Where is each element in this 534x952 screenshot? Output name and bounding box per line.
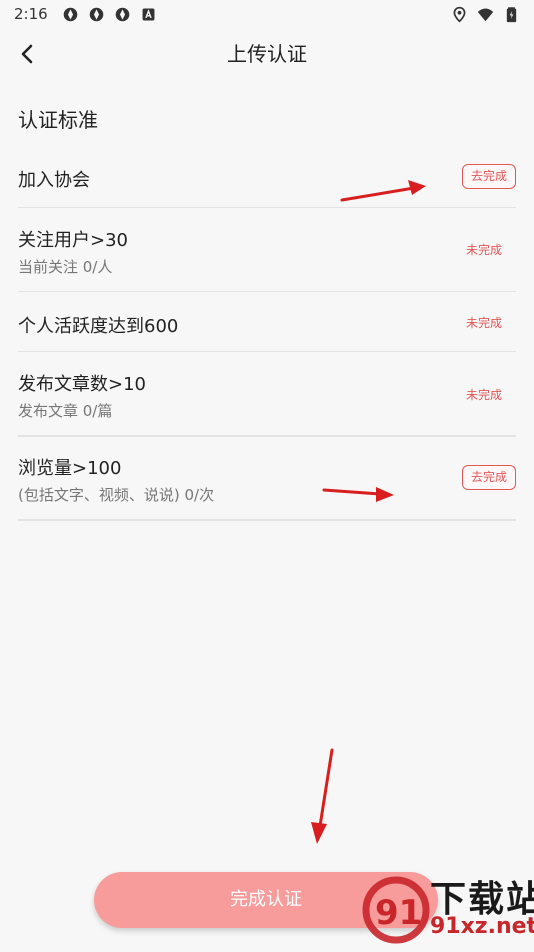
status-left: 2:16 (14, 5, 157, 23)
go-complete-button[interactable]: 去完成 (462, 164, 516, 189)
divider (18, 520, 516, 521)
divider (18, 207, 516, 208)
watermark-url: 91xz.net (430, 914, 534, 939)
watermark-logo-icon: 91 (360, 872, 432, 948)
location-icon (451, 6, 468, 23)
criteria-list: 加入协会 去完成 关注用户>30 当前关注 0/人 未完成 个人活跃度达到600… (18, 148, 516, 521)
criteria-subtitle: 发布文章 0/篇 (18, 402, 113, 420)
criteria-row-join-association: 加入协会 去完成 (18, 148, 516, 208)
section-title: 认证标准 (18, 108, 98, 132)
criteria-row-activity: 个人活跃度达到600 未完成 (18, 292, 516, 352)
status-incomplete: 未完成 (465, 316, 502, 330)
criteria-row-articles: 发布文章数>10 发布文章 0/篇 未完成 (18, 352, 516, 436)
criteria-subtitle: 当前关注 0/人 (18, 258, 113, 276)
divider (18, 291, 516, 292)
criteria-title: 加入协会 (18, 170, 90, 191)
app-notification-icon (62, 6, 79, 23)
status-right (451, 6, 520, 23)
status-incomplete: 未完成 (465, 243, 502, 257)
status-incomplete: 未完成 (465, 388, 502, 402)
divider (18, 351, 516, 352)
criteria-subtitle: (包括文字、视频、说说) 0/次 (18, 486, 215, 504)
divider (18, 436, 516, 437)
criteria-title: 发布文章数>10 (18, 374, 146, 395)
go-complete-button[interactable]: 去完成 (462, 465, 516, 490)
svg-text:91: 91 (375, 893, 422, 933)
criteria-row-views: 浏览量>100 (包括文字、视频、说说) 0/次 去完成 (18, 436, 516, 520)
watermark: 91 下载站 91xz.net (360, 870, 534, 950)
criteria-title: 关注用户>30 (18, 230, 128, 251)
status-time: 2:16 (14, 5, 48, 23)
criteria-row-follow-users: 关注用户>30 当前关注 0/人 未完成 (18, 208, 516, 292)
app-notification-icon (88, 6, 105, 23)
criteria-title: 个人活跃度达到600 (18, 316, 179, 337)
criteria-title: 浏览量>100 (18, 458, 122, 479)
app-bar: 上传认证 (0, 28, 534, 80)
text-a-icon (140, 6, 157, 23)
app-notification-icon (114, 6, 131, 23)
page-title: 上传认证 (227, 42, 307, 66)
wifi-icon (477, 6, 494, 23)
status-bar: 2:16 (0, 0, 534, 28)
annotation-arrow-icon (311, 748, 334, 844)
battery-icon (503, 6, 520, 23)
